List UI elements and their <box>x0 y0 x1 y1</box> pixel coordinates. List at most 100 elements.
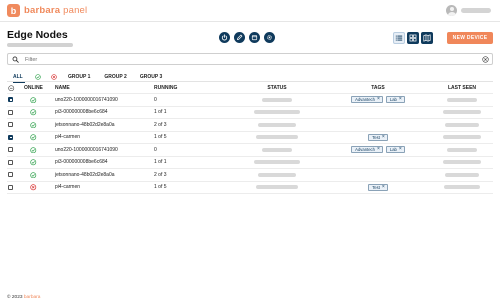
remove-tag-icon[interactable]: × <box>382 184 385 190</box>
running-count: 1 of 5 <box>154 134 167 141</box>
tag-label: Advantech <box>355 147 375 153</box>
row-checkbox[interactable] <box>8 109 13 115</box>
map-view-button[interactable] <box>421 32 433 44</box>
tag-chip[interactable]: Test × <box>368 183 388 191</box>
last-seen-placeholder <box>443 135 481 140</box>
tags-cell: Advantech × Lab × <box>323 144 433 156</box>
col-online[interactable]: ONLINE <box>24 83 44 93</box>
power-button[interactable] <box>219 32 230 43</box>
last-seen-placeholder <box>445 172 479 177</box>
device-name[interactable]: jetsonnano-48b02d2e8a0a <box>55 119 145 131</box>
device-name[interactable]: pi3-000000008be6c684 <box>55 107 145 119</box>
table-row[interactable]: pi3-000000008be6c684 1 of 1 <box>7 107 493 119</box>
edit-button[interactable] <box>234 32 245 43</box>
filter-input[interactable] <box>25 55 465 64</box>
status-cell <box>242 94 312 106</box>
status-cell <box>242 157 312 169</box>
device-name[interactable]: pi4-carmen <box>55 132 145 144</box>
tag-chip[interactable]: Lab × <box>385 96 405 104</box>
col-status[interactable]: STATUS <box>242 83 312 93</box>
tags-cell: Test × <box>323 132 433 144</box>
last-seen-cell <box>431 119 493 131</box>
tag-chip[interactable]: Lab × <box>385 146 405 154</box>
remove-tag-icon[interactable]: × <box>399 147 402 152</box>
tag-chip[interactable]: Test × <box>368 133 388 141</box>
status-cell <box>242 119 312 131</box>
row-checkbox[interactable] <box>8 97 13 103</box>
select-all-cell <box>8 83 16 93</box>
select-all-toggle[interactable] <box>8 85 15 92</box>
tag-label: Lab <box>389 97 397 103</box>
online-status-cell <box>30 107 38 119</box>
table-row[interactable]: uno220-1000000016741090 0 Advantech × Lab × <box>7 144 493 157</box>
row-checkbox[interactable] <box>8 172 13 178</box>
table-row[interactable]: uno220-1000000016741090 0 Advantech × Lab × <box>7 94 493 107</box>
last-seen-cell <box>431 94 493 106</box>
avatar[interactable] <box>446 5 457 16</box>
row-checkbox[interactable] <box>8 147 13 153</box>
row-checkbox[interactable] <box>8 184 13 190</box>
row-select-cell <box>8 182 16 194</box>
remove-tag-icon[interactable]: × <box>377 147 380 152</box>
last-seen-placeholder <box>443 110 481 115</box>
schedule-button[interactable] <box>249 32 260 43</box>
online-check-icon <box>30 121 37 128</box>
device-name[interactable]: jetsonnano-48b02d2e8a0a <box>55 169 145 181</box>
device-name[interactable]: uno220-1000000016741090 <box>55 144 145 156</box>
last-seen-cell <box>431 107 493 119</box>
new-device-button[interactable]: NEW DEVICE <box>447 32 493 44</box>
row-checkbox[interactable] <box>8 134 13 140</box>
brand-logo[interactable]: b barbara panel <box>7 4 87 17</box>
row-select-cell <box>8 107 16 119</box>
settings-button[interactable] <box>264 32 275 43</box>
last-seen-cell <box>431 132 493 144</box>
tags-cell: Advantech × Lab × <box>323 94 433 106</box>
col-running[interactable]: RUNNING <box>154 83 194 93</box>
grid-view-button[interactable] <box>407 32 419 44</box>
table-body: uno220-1000000016741090 0 Advantech × Lab × pi… <box>7 94 493 194</box>
status-placeholder <box>258 172 296 177</box>
tag-label: Test <box>372 134 380 140</box>
search-icon <box>12 56 19 63</box>
last-seen-cell <box>431 182 493 194</box>
online-check-icon <box>30 96 37 103</box>
running-count: 1 of 5 <box>154 184 167 191</box>
clear-icon[interactable] <box>482 56 489 63</box>
row-checkbox[interactable] <box>8 122 13 128</box>
table-row[interactable]: jetsonnano-48b02d2e8a0a 2 of 3 <box>7 119 493 132</box>
last-seen-cell <box>431 157 493 169</box>
device-name[interactable]: pi4-carmen <box>55 182 145 194</box>
row-checkbox[interactable] <box>8 159 13 165</box>
footer-brand-link[interactable]: barbara <box>24 295 41 300</box>
table-row[interactable]: pi4-carmen 1 of 5 Test × <box>7 182 493 194</box>
col-name[interactable]: NAME <box>55 83 145 93</box>
col-last-seen[interactable]: LAST SEEN <box>431 83 493 93</box>
col-tags[interactable]: TAGS <box>323 83 433 93</box>
running-count: 1 of 1 <box>154 109 167 116</box>
table-row[interactable]: pi3-000000008be6c684 1 of 1 <box>7 157 493 169</box>
offline-x-icon <box>30 184 37 191</box>
online-status-cell <box>30 169 38 181</box>
remove-tag-icon[interactable]: × <box>377 97 380 102</box>
table-row[interactable]: jetsonnano-48b02d2e8a0a 2 of 3 <box>7 169 493 182</box>
running-count: 0 <box>154 96 157 103</box>
bulk-actions <box>219 32 275 43</box>
remove-tag-icon[interactable]: × <box>399 97 402 102</box>
remove-tag-icon[interactable]: × <box>382 134 385 140</box>
filter-bar <box>7 53 493 65</box>
device-name[interactable]: uno220-1000000016741090 <box>55 94 145 106</box>
status-cell <box>242 182 312 194</box>
table-row[interactable]: pi4-carmen 1 of 5 Test × <box>7 132 493 144</box>
user-menu[interactable] <box>446 5 491 16</box>
device-name[interactable]: pi3-000000008be6c684 <box>55 157 145 169</box>
last-seen-placeholder <box>445 122 479 127</box>
status-placeholder <box>254 160 300 165</box>
running-count: 1 of 1 <box>154 159 167 166</box>
power-icon <box>221 34 228 41</box>
tag-chip[interactable]: Advantech × <box>351 146 383 154</box>
tags-cell <box>323 157 433 169</box>
list-view-button[interactable] <box>393 32 405 44</box>
calendar-icon <box>251 35 258 41</box>
running-count: 2 of 3 <box>154 121 167 128</box>
tag-chip[interactable]: Advantech × <box>351 96 383 104</box>
